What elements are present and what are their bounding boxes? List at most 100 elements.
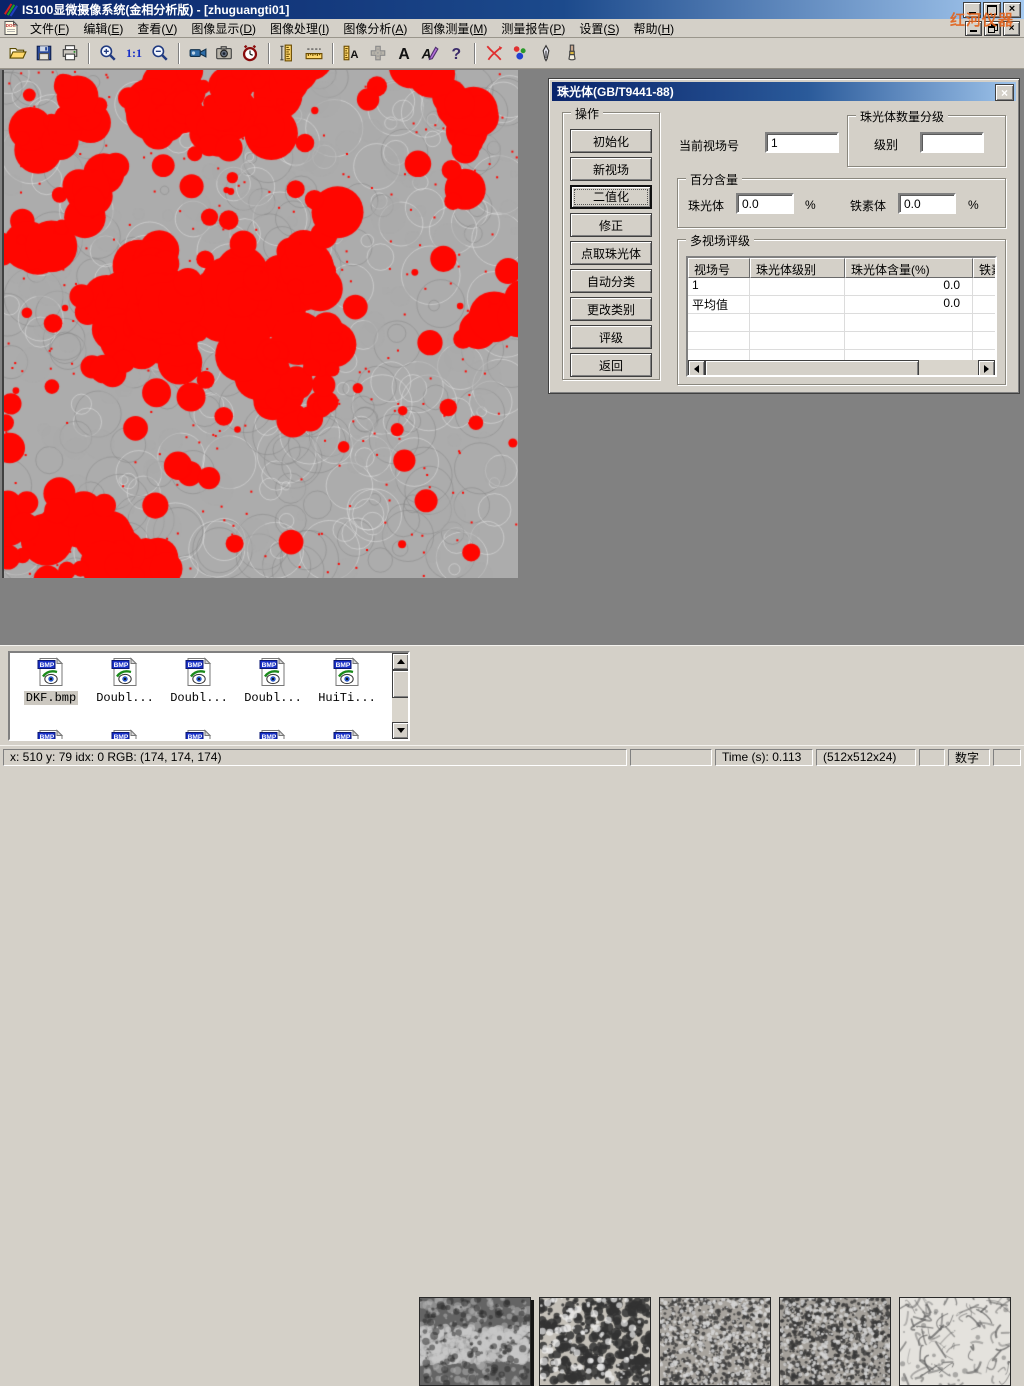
menu-item[interactable]: 帮助(H) (626, 21, 681, 37)
file-item[interactable]: BMP Doubl... (238, 656, 308, 706)
menu-item[interactable]: 图像显示(D) (184, 21, 263, 37)
file-item[interactable]: BMPHuiTi... (312, 656, 382, 706)
thumbnail-4[interactable] (779, 1297, 891, 1386)
open-folder-button[interactable] (5, 41, 31, 66)
file-name[interactable]: HuiTi... (316, 691, 378, 705)
file-item[interactable]: BMPDKF.bmp (16, 656, 86, 706)
menu-item[interactable]: 编辑(E) (76, 21, 130, 37)
measure-text-button[interactable]: A (339, 41, 365, 66)
op-button-初始化[interactable]: 初始化 (570, 129, 652, 153)
close-button[interactable]: × (1003, 2, 1021, 18)
op-button-修正[interactable]: 修正 (570, 213, 652, 237)
file-name[interactable]: Doubl... (94, 691, 156, 705)
op-button-点取珠光体[interactable]: 点取珠光体 (570, 241, 652, 265)
menu-item[interactable]: 查看(V) (130, 21, 184, 37)
grid-cross-button[interactable] (365, 41, 391, 66)
child-minimize-button[interactable] (965, 21, 982, 36)
file-item-partial[interactable]: BMP (16, 728, 86, 741)
file-item-partial[interactable]: BMP (90, 728, 160, 741)
table-row[interactable]: 10.0 (688, 278, 995, 296)
save-button[interactable] (31, 41, 57, 66)
timer-icon (241, 44, 259, 62)
thumbnail-3[interactable] (659, 1297, 771, 1386)
file-name[interactable]: Doubl... (168, 691, 230, 705)
scroll-right-button[interactable] (978, 360, 995, 377)
pearlite-percent-input[interactable] (736, 193, 794, 214)
curve-tool-button[interactable] (481, 41, 507, 66)
arrow-down-icon (397, 728, 405, 733)
file-item-partial[interactable]: BMP (238, 728, 308, 741)
filelist-vertical-scrollbar[interactable] (392, 653, 408, 739)
table-cell (750, 332, 845, 349)
scrollbar-thumb[interactable] (705, 360, 919, 377)
print-button[interactable] (57, 41, 83, 66)
scroll-left-button[interactable] (688, 360, 705, 377)
op-button-新视场[interactable]: 新视场 (570, 157, 652, 181)
timer-button[interactable] (237, 41, 263, 66)
svg-text:BMP: BMP (262, 662, 277, 669)
dialog-titlebar[interactable]: 珠光体(GB/T9441-88) × (552, 82, 1016, 101)
zoom-in-button[interactable] (95, 41, 121, 66)
ferrite-percent-input[interactable] (898, 193, 956, 214)
file-item[interactable]: BMPDoubl... (90, 656, 160, 706)
ruler-horizontal-button[interactable] (301, 41, 327, 66)
annotate-text-button[interactable]: A (417, 41, 443, 66)
brush-tool-button[interactable] (559, 41, 585, 66)
op-button-更改类别[interactable]: 更改类别 (570, 297, 652, 321)
thumbnail-1[interactable] (419, 1297, 531, 1386)
thumbnail-2[interactable] (539, 1297, 651, 1386)
file-name[interactable]: DKF.bmp (24, 691, 78, 705)
window-controls: × (963, 2, 1021, 18)
table-header[interactable]: 视场号 (688, 258, 750, 278)
table-row[interactable] (688, 332, 995, 350)
thumbnail-5[interactable] (899, 1297, 1011, 1386)
actual-size-button[interactable]: 1:1 (121, 41, 147, 66)
table-horizontal-scrollbar[interactable] (688, 360, 995, 375)
op-button-返回[interactable]: 返回 (570, 353, 652, 377)
video-camera-button[interactable] (185, 41, 211, 66)
filelist-scrollbar-thumb[interactable] (392, 670, 410, 698)
table-cell (845, 332, 973, 349)
scroll-down-button[interactable] (392, 722, 409, 739)
annotate-text-icon: A (421, 44, 439, 62)
file-name[interactable]: Doubl... (242, 691, 304, 705)
table-row[interactable]: 平均值0.0 (688, 296, 995, 314)
pen-tool-button[interactable] (533, 41, 559, 66)
menu-item[interactable]: 设置(S) (572, 21, 626, 37)
table-header[interactable]: 珠光体含量(%) (845, 258, 973, 278)
table-header[interactable]: 珠光体级别 (750, 258, 845, 278)
percent-group: 百分含量 珠光体 % 铁素体 % (677, 178, 1006, 228)
maximize-button[interactable] (983, 2, 1001, 18)
menu-item[interactable]: 图像测量(M) (414, 21, 494, 37)
scrollbar-track[interactable] (919, 360, 978, 375)
menu-item[interactable]: 测量报告(P) (494, 21, 572, 37)
file-item-partial[interactable]: BMP (312, 728, 382, 741)
child-restore-button[interactable] (984, 21, 1001, 36)
dialog-close-button[interactable]: × (995, 84, 1014, 101)
help-button[interactable]: ? (443, 41, 469, 66)
minimize-button[interactable] (963, 2, 981, 18)
table-header[interactable]: 铁素体含量(%) (973, 258, 997, 278)
caliper-vertical-button[interactable] (275, 41, 301, 66)
op-button-二值化[interactable]: 二值化 (570, 185, 652, 209)
op-button-评级[interactable]: 评级 (570, 325, 652, 349)
micrograph-image[interactable] (2, 70, 518, 578)
table-row[interactable] (688, 314, 995, 332)
zoom-out-button[interactable] (147, 41, 173, 66)
scroll-up-button[interactable] (392, 653, 409, 670)
grade-input[interactable] (920, 132, 984, 153)
particle-analysis-button[interactable] (507, 41, 533, 66)
file-item-partial[interactable]: BMP (164, 728, 234, 741)
child-close-button[interactable]: × (1003, 21, 1020, 36)
menu-item[interactable]: 图像分析(A) (336, 21, 414, 37)
grid-cross-icon (369, 44, 387, 62)
menu-item[interactable]: 图像处理(I) (263, 21, 336, 37)
camera-button[interactable] (211, 41, 237, 66)
op-button-自动分类[interactable]: 自动分类 (570, 269, 652, 293)
filelist-scrollbar-track[interactable] (392, 698, 408, 722)
current-field-input[interactable] (765, 132, 839, 153)
menu-item[interactable]: 文件(F) (23, 21, 76, 37)
file-item[interactable]: BMPDoubl... (164, 656, 234, 706)
text-label-button[interactable]: A (391, 41, 417, 66)
maximize-icon (987, 5, 997, 15)
